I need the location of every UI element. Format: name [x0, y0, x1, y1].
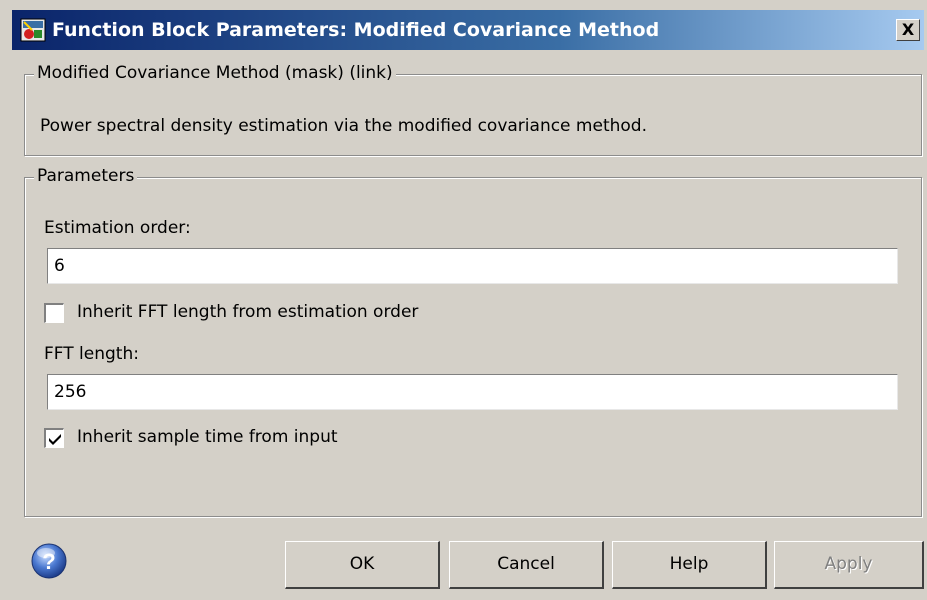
- mask-description-group: [24, 74, 922, 156]
- estimation-order-label: Estimation order:: [44, 218, 191, 238]
- close-button[interactable]: X: [896, 19, 920, 41]
- estimation-order-input[interactable]: 6: [47, 248, 898, 284]
- inherit-fft-length-checkbox[interactable]: [44, 303, 64, 323]
- dialog-window: Function Block Parameters: Modified Cova…: [0, 0, 927, 600]
- title-bar[interactable]: Function Block Parameters: Modified Cova…: [12, 10, 924, 50]
- checkmark-icon: [49, 434, 61, 445]
- mask-group-legend: Modified Covariance Method (mask) (link): [34, 63, 396, 83]
- parameters-group-legend: Parameters: [34, 166, 138, 186]
- cancel-button[interactable]: Cancel: [449, 541, 604, 589]
- inherit-fft-length-label[interactable]: Inherit FFT length from estimation order: [77, 302, 418, 322]
- window-title: Function Block Parameters: Modified Cova…: [52, 19, 660, 41]
- apply-button[interactable]: Apply: [774, 541, 924, 589]
- simulink-block-icon: [20, 18, 46, 42]
- mask-description-text: Power spectral density estimation via th…: [40, 116, 647, 136]
- inherit-sample-time-label[interactable]: Inherit sample time from input: [77, 427, 338, 447]
- fft-length-label: FFT length:: [44, 344, 139, 364]
- help-question-icon[interactable]: ?: [31, 543, 67, 579]
- help-button[interactable]: Help: [612, 541, 767, 589]
- inherit-sample-time-checkbox[interactable]: [44, 428, 64, 448]
- svg-text:?: ?: [42, 549, 55, 574]
- ok-button[interactable]: OK: [285, 541, 440, 589]
- fft-length-input[interactable]: 256: [47, 374, 898, 410]
- close-icon: X: [901, 20, 915, 39]
